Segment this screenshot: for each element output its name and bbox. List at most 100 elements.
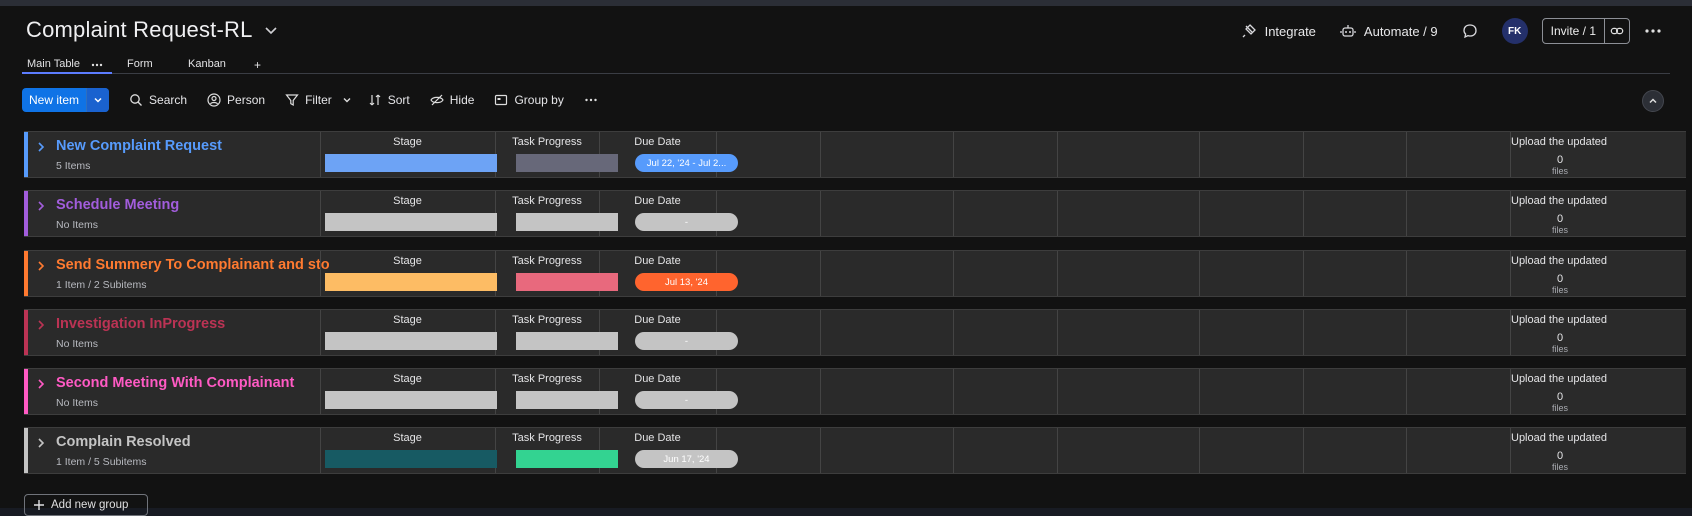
task-progress-column-header[interactable]: Task Progress: [495, 373, 599, 385]
stage-column-header[interactable]: Stage: [320, 195, 495, 207]
stage-summary-bar[interactable]: [325, 273, 497, 291]
chevron-right-icon[interactable]: [35, 378, 47, 390]
stage-summary-bar[interactable]: [325, 213, 497, 231]
eye-off-icon: [430, 94, 444, 106]
due-date-column-header[interactable]: Due Date: [599, 314, 716, 326]
invite-button[interactable]: Invite / 1: [1543, 19, 1605, 43]
task-progress-summary-bar[interactable]: [516, 391, 618, 409]
due-date-column-header[interactable]: Due Date: [599, 195, 716, 207]
group-name[interactable]: Send Summery To Complainant and sto: [56, 257, 356, 273]
board-title[interactable]: Complaint Request-RL: [26, 17, 253, 43]
stage-column-header[interactable]: Stage: [320, 373, 495, 385]
group-by-button[interactable]: Group by: [494, 93, 564, 107]
new-item-dropdown[interactable]: [86, 88, 110, 112]
add-new-group-button[interactable]: Add new group: [24, 494, 148, 516]
stage-summary-bar[interactable]: [325, 332, 497, 350]
chevron-right-icon[interactable]: [35, 260, 47, 272]
new-item-button[interactable]: New item: [22, 88, 86, 112]
link-icon: [1610, 27, 1624, 35]
group-name[interactable]: Complain Resolved: [56, 434, 356, 450]
group-name[interactable]: Schedule Meeting: [56, 197, 356, 213]
tab-main-table[interactable]: Main Table: [27, 58, 80, 70]
filter-button[interactable]: Filter: [285, 93, 352, 107]
group-row: Send Summery To Complainant and sto 1 Ite…: [24, 250, 1686, 297]
stage-summary-bar[interactable]: [325, 391, 497, 409]
due-date-summary-pill[interactable]: Jul 13, '24: [635, 273, 738, 291]
stage-column-header[interactable]: Stage: [320, 314, 495, 326]
task-progress-summary-bar[interactable]: [516, 450, 618, 468]
group-name[interactable]: New Complaint Request: [56, 138, 356, 154]
upload-column-header[interactable]: Upload the updated: [1511, 314, 1611, 326]
due-date-column-header[interactable]: Due Date: [599, 373, 716, 385]
column-separator: [1406, 428, 1407, 473]
stage-column-header[interactable]: Stage: [320, 432, 495, 444]
stage-summary-bar[interactable]: [325, 154, 497, 172]
copy-link-button[interactable]: [1605, 19, 1629, 43]
task-progress-column-header[interactable]: Task Progress: [495, 255, 599, 267]
updates-button[interactable]: [1462, 23, 1478, 39]
chevron-right-icon[interactable]: [35, 319, 47, 331]
task-progress-column-header[interactable]: Task Progress: [495, 432, 599, 444]
upload-column-header[interactable]: Upload the updated: [1511, 195, 1611, 207]
active-tab-indicator: [22, 72, 112, 74]
integrate-button[interactable]: Integrate: [1241, 23, 1316, 39]
group-item-count: 1 Item / 2 Subitems: [56, 279, 147, 291]
hide-button[interactable]: Hide: [430, 93, 474, 107]
upload-column-header[interactable]: Upload the updated: [1511, 373, 1611, 385]
due-date-summary-pill[interactable]: Jun 17, '24: [635, 450, 738, 468]
column-separator: [953, 191, 954, 236]
board-title-row[interactable]: Complaint Request-RL: [26, 17, 279, 43]
task-progress-column-header[interactable]: Task Progress: [495, 314, 599, 326]
task-progress-column-header[interactable]: Task Progress: [495, 136, 599, 148]
robot-icon: [1340, 25, 1356, 37]
board-toolbar: New item Search Person Filter Sort Hide …: [22, 88, 598, 112]
sort-button[interactable]: Sort: [368, 93, 410, 107]
files-count: 0: [1556, 391, 1564, 403]
avatar[interactable]: FK: [1501, 18, 1528, 44]
group-color-bar: [24, 132, 28, 177]
column-separator: [953, 132, 954, 177]
chevron-right-icon[interactable]: [35, 437, 47, 449]
tab-more-icon[interactable]: [91, 63, 103, 67]
due-date-column-header[interactable]: Due Date: [599, 255, 716, 267]
due-date-column-header[interactable]: Due Date: [599, 136, 716, 148]
column-separator: [1199, 251, 1200, 296]
due-date-summary-pill[interactable]: -: [635, 391, 738, 409]
due-date-column-header[interactable]: Due Date: [599, 432, 716, 444]
tab-kanban[interactable]: Kanban: [188, 58, 226, 70]
files-label: files: [1551, 344, 1568, 354]
automate-button[interactable]: Automate / 9: [1340, 23, 1438, 39]
chevron-down-icon[interactable]: [263, 22, 279, 38]
group-name[interactable]: Investigation InProgress: [56, 316, 356, 332]
task-progress-summary-bar[interactable]: [516, 213, 618, 231]
due-date-summary-pill[interactable]: -: [635, 213, 738, 231]
stage-column-header[interactable]: Stage: [320, 255, 495, 267]
tab-form[interactable]: Form: [127, 58, 153, 70]
collapse-header-button[interactable]: [1642, 90, 1664, 112]
chevron-right-icon[interactable]: [35, 141, 47, 153]
more-options-icon[interactable]: [1644, 22, 1662, 40]
group-by-icon: [495, 94, 508, 106]
upload-column-header[interactable]: Upload the updated: [1511, 432, 1611, 444]
due-date-summary-pill[interactable]: Jul 22, '24 - Jul 2...: [635, 154, 738, 172]
toolbar-more-button[interactable]: [584, 93, 598, 107]
search-button[interactable]: Search: [129, 93, 187, 107]
person-label: Person: [227, 93, 266, 107]
upload-column-header[interactable]: Upload the updated: [1511, 255, 1611, 267]
add-view-button[interactable]: +: [254, 58, 261, 72]
chevron-down-icon[interactable]: [342, 95, 352, 105]
chevron-right-icon[interactable]: [35, 200, 47, 212]
upload-column-header[interactable]: Upload the updated: [1511, 136, 1611, 148]
task-progress-summary-bar[interactable]: [516, 273, 618, 291]
person-filter-button[interactable]: Person: [207, 93, 265, 107]
task-progress-summary-bar[interactable]: [516, 154, 618, 172]
due-date-summary-pill[interactable]: -: [635, 332, 738, 350]
group-name[interactable]: Second Meeting With Complainant: [56, 375, 356, 391]
task-progress-summary-bar[interactable]: [516, 332, 618, 350]
stage-summary-bar[interactable]: [325, 450, 497, 468]
task-progress-column-header[interactable]: Task Progress: [495, 195, 599, 207]
column-separator: [1199, 369, 1200, 414]
stage-column-header[interactable]: Stage: [320, 136, 495, 148]
group-item-count: No Items: [56, 338, 99, 350]
column-separator: [1057, 191, 1058, 236]
